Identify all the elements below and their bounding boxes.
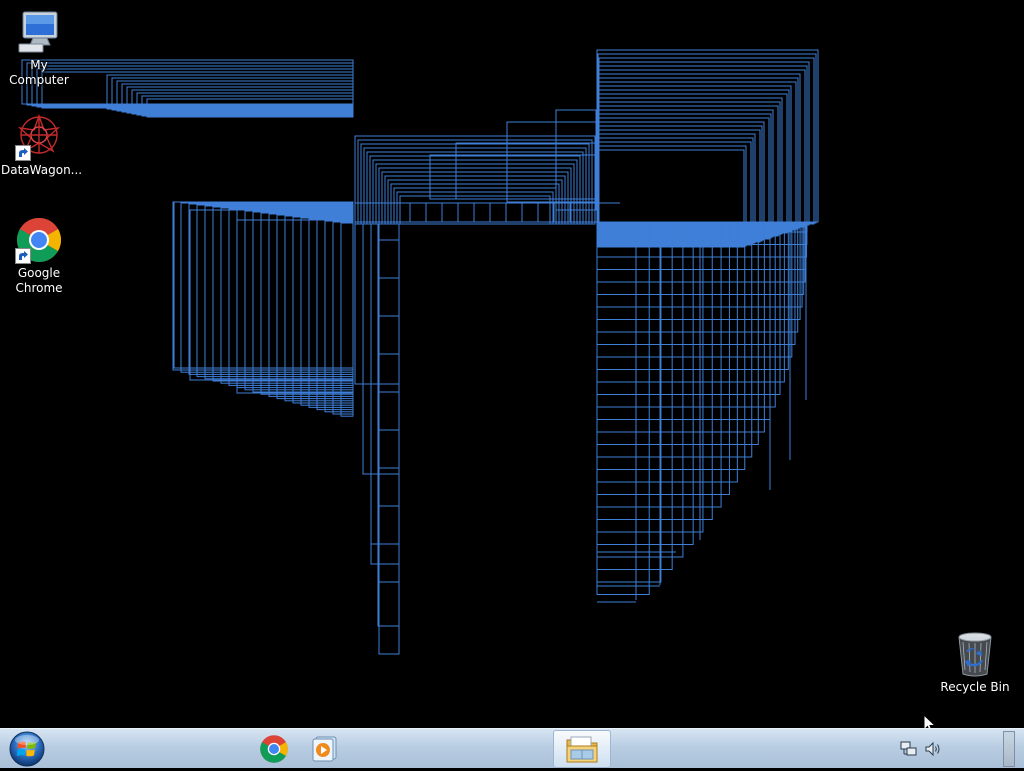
mouse-cursor-icon	[923, 714, 937, 728]
taskbar	[0, 728, 1024, 768]
ghost-window-outline	[596, 223, 650, 595]
ghost-window-outline	[236, 219, 354, 394]
ghost-window-outline	[370, 223, 400, 565]
ghost-window-outline	[596, 223, 765, 433]
taskbar-chrome-button[interactable]	[246, 730, 302, 768]
ghost-window-outline	[596, 223, 746, 470]
ghost-window-outline	[173, 201, 354, 369]
chrome-icon	[15, 216, 63, 264]
network-icon[interactable]	[900, 740, 918, 758]
desktop-icon-datawagon[interactable]: DataWagon...	[0, 113, 83, 178]
shortcut-arrow-icon	[15, 248, 31, 264]
ghost-window-outline	[357, 139, 593, 225]
ghost-window-outline	[196, 204, 354, 378]
desktop-icon-label: DataWagon...	[1, 163, 83, 177]
ghost-window-outline	[596, 109, 774, 238]
ghost-window-outline	[268, 213, 354, 397]
ghost-window-outline	[172, 201, 354, 371]
ghost-window-outline	[390, 183, 560, 225]
ghost-window-outline	[596, 223, 704, 533]
show-desktop-bar	[1003, 731, 1015, 767]
desktop-icon-google-chrome[interactable]: Google Chrome	[0, 216, 78, 296]
start-button[interactable]	[6, 731, 48, 767]
ghost-window-outline	[377, 223, 400, 627]
ghost-window-outline	[596, 223, 776, 408]
ghost-window-outline	[180, 202, 354, 373]
ghost-window-outline	[284, 215, 354, 402]
ghost-window-outline	[369, 155, 581, 225]
ghost-window-outline	[375, 163, 575, 225]
ghost-window-outline	[596, 223, 662, 583]
ghost-window-outline	[204, 205, 354, 380]
ghost-window-outline	[236, 209, 354, 389]
ghost-window-outline	[354, 223, 400, 385]
shortcut-arrow-icon	[15, 145, 31, 161]
ghost-window-outline	[598, 81, 797, 231]
ghost-window-outline	[596, 223, 694, 545]
desktop[interactable]: My Computer DataWagon... Google Chrome R…	[0, 0, 1024, 728]
ghost-window-outline	[598, 93, 788, 234]
show-desktop-button[interactable]	[994, 729, 1024, 769]
folder-icon	[566, 736, 598, 763]
ghost-window-outline	[596, 223, 785, 383]
ghost-window-outline	[596, 223, 713, 520]
ghost-window-outline	[596, 223, 771, 420]
ghost-window-outline	[596, 223, 781, 395]
computer-icon	[15, 8, 63, 56]
ghost-window-outline	[597, 77, 799, 230]
windows-start-orb-icon	[9, 731, 45, 767]
ghost-window-outline	[189, 209, 354, 381]
ghost-window-outline	[396, 191, 554, 225]
window-redraw-artifacts	[21, 49, 819, 655]
ghost-window-outline	[188, 203, 354, 375]
desktop-icon-my-computer[interactable]: My Computer	[0, 8, 78, 88]
ghost-window-outline	[596, 73, 801, 229]
ghost-window-outline	[596, 223, 753, 458]
ghost-window-outline	[393, 187, 557, 225]
system-tray	[896, 729, 986, 769]
recycle-bin-icon	[951, 630, 999, 678]
desktop-icon-recycle-bin[interactable]: Recycle Bin	[936, 630, 1014, 695]
ghost-window-outline	[378, 223, 400, 655]
desktop-icon-label: Google Chrome	[15, 266, 63, 295]
ghost-window-outline	[399, 195, 551, 225]
ghost-window-outline	[596, 223, 738, 483]
desktop-icon-label: Recycle Bin	[940, 680, 1010, 694]
ghost-window-outline	[260, 212, 354, 395]
ghost-window-outline	[455, 142, 597, 200]
ghost-window-outline	[276, 214, 354, 400]
chrome-icon	[260, 735, 288, 763]
volume-icon[interactable]	[924, 740, 942, 758]
media-player-icon	[312, 736, 337, 762]
ghost-window-outline	[362, 223, 400, 475]
ghost-window-outline	[292, 216, 354, 404]
ghost-window-outline	[228, 208, 354, 386]
desktop-icon-label: My Computer	[9, 58, 69, 87]
taskbar-explorer-button[interactable]	[553, 730, 611, 768]
ghost-window-outline	[252, 211, 354, 393]
ghost-window-outline	[597, 113, 772, 239]
ghost-window-outline	[596, 223, 730, 495]
datawagon-icon	[15, 113, 63, 161]
taskbar-media-player-button[interactable]	[297, 730, 353, 768]
ghost-window-outline	[596, 49, 819, 223]
ghost-window-outline	[212, 206, 354, 382]
